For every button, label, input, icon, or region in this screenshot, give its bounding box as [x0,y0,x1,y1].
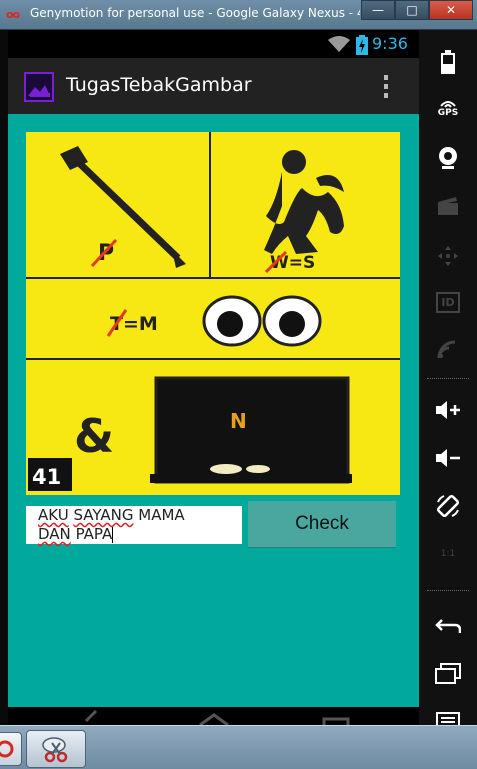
rotate-screen-icon [436,494,460,518]
webcam-tool[interactable] [419,138,477,178]
app-ring-icon [0,740,14,758]
text-cursor [112,526,114,543]
ampersand-glyph: & [74,409,114,463]
clue-board-letter: N [230,409,247,433]
check-button[interactable]: Check [248,501,396,547]
toolbar-separator [427,590,469,591]
blackboard-icon [150,376,352,484]
recent-apps-tool[interactable] [419,654,477,694]
dpad-tool[interactable] [419,236,477,276]
close-button[interactable]: ✕ [429,0,473,20]
battery-icon [441,50,455,74]
gps-signal-icon [440,101,456,108]
app-title: TugasTebakGambar [66,74,252,96]
webcam-icon [439,147,457,169]
volume-up-icon [436,401,460,419]
screencast-tool[interactable] [419,186,477,226]
genymotion-toolbar: GPS ID 1:1 [419,30,477,732]
wifi-icon [328,36,350,52]
android-nav-bar [8,707,419,725]
puzzle-image: P W=S T=M & N 41 [26,132,400,495]
taskbar-button[interactable] [0,732,22,766]
status-clock: 9:36 [372,34,408,53]
app-launcher-icon[interactable] [24,72,54,102]
dpad-icon [438,246,458,266]
network-signal-icon [437,340,456,359]
recent-apps-icon [435,663,461,684]
answer-input[interactable]: AKU SAYANG MAMA DAN PAPA [26,506,242,544]
android-screen: 9:36 TugasTebakGambar P W=S T=M & N 41 A… [8,30,419,707]
device-id-tool[interactable]: ID [419,282,477,322]
window-title: Genymotion for personal use - Google Gal… [30,6,360,20]
battery-tool[interactable] [419,42,477,82]
overflow-menu-icon[interactable] [382,74,390,98]
answer-word: MAMA [138,506,185,524]
battery-charging-icon [356,35,368,55]
pixel-perfect-tool[interactable]: 1:1 [419,534,477,574]
answer-word: AKU [38,506,69,524]
snipping-tool-icon [42,737,68,763]
maximize-button[interactable]: □ [395,0,429,20]
volume-down-tool[interactable] [419,438,477,478]
window-title-bar[interactable]: oo Genymotion for personal use - Google … [0,0,477,30]
network-tool[interactable] [419,330,477,370]
volume-down-icon [436,449,460,467]
device-id-icon: ID [436,291,460,313]
action-bar: TugasTebakGambar [8,58,419,114]
recents-nav-icon[interactable] [316,707,356,725]
back-arrow-icon [435,619,461,633]
status-bar: 9:36 [8,30,419,58]
answer-word: PAPA [75,525,113,543]
answer-word: DAN [38,525,71,543]
genymotion-logo-icon: oo [6,8,20,21]
gps-label: GPS [437,108,459,118]
puzzle-number: 41 [32,465,61,489]
volume-up-tool[interactable] [419,390,477,430]
minimize-button[interactable]: — [361,0,395,20]
back-nav-icon[interactable] [72,707,112,725]
windows-taskbar [0,725,477,769]
answer-word: SAYANG [73,506,134,524]
rotate-tool[interactable] [419,486,477,526]
clapperboard-icon [438,197,458,215]
back-tool[interactable] [419,606,477,646]
home-nav-icon[interactable] [194,707,234,725]
pixel-ratio-icon: 1:1 [440,549,456,559]
taskbar-button[interactable] [26,730,86,768]
toolbar-separator [427,378,469,379]
gps-tool[interactable]: GPS [419,88,477,128]
